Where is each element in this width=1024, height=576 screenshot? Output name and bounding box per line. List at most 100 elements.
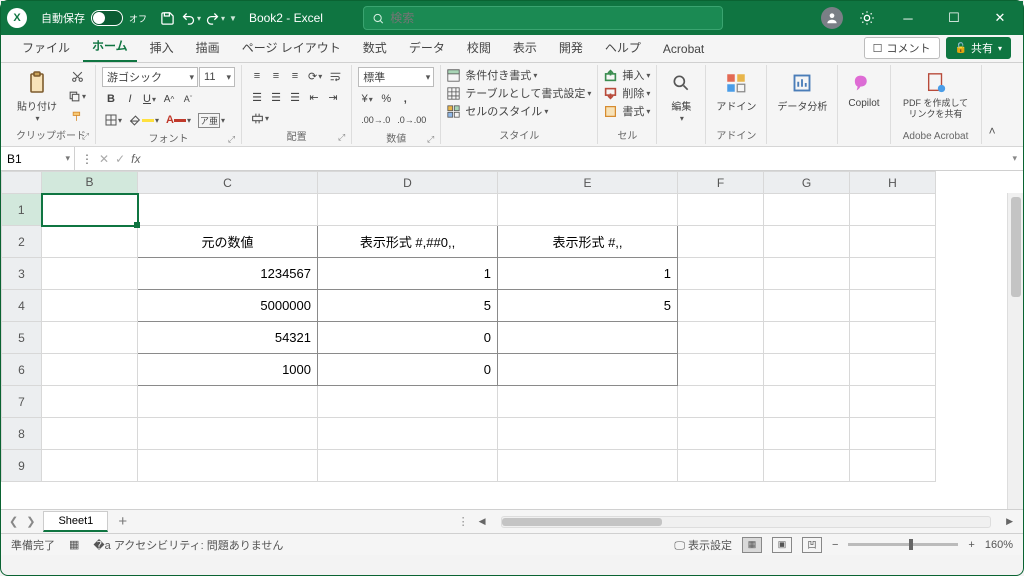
cell[interactable]: 0 — [318, 322, 498, 354]
prev-sheet-button[interactable]: ❮ — [9, 515, 18, 528]
cell[interactable] — [678, 290, 764, 322]
zoom-out-button[interactable]: − — [832, 539, 838, 551]
row-header[interactable]: 5 — [2, 322, 42, 354]
share-button[interactable]: 🔓共有 ▾ — [946, 37, 1011, 59]
macro-icon[interactable]: ▦ — [69, 538, 79, 551]
col-header[interactable]: H — [850, 172, 936, 194]
tab-開発[interactable]: 開発 — [550, 34, 592, 62]
cell[interactable] — [498, 194, 678, 226]
collapse-ribbon-button[interactable]: ˄ — [982, 118, 1002, 144]
delete-cells-button[interactable]: 削除▾ — [604, 85, 650, 101]
cell[interactable] — [42, 194, 138, 226]
row-header[interactable]: 3 — [2, 258, 42, 290]
cell[interactable]: 54321 — [138, 322, 318, 354]
cell[interactable] — [678, 354, 764, 386]
underline-button[interactable]: U▾ — [140, 90, 159, 108]
row-header[interactable]: 1 — [2, 194, 42, 226]
cell[interactable]: 表示形式 #,, — [498, 226, 678, 258]
search-input[interactable] — [390, 11, 714, 25]
cell[interactable]: 元の数値 — [138, 226, 318, 258]
row-header[interactable]: 7 — [2, 386, 42, 418]
col-header[interactable]: D — [318, 172, 498, 194]
cell[interactable] — [850, 258, 936, 290]
align-middle-button[interactable]: ≡ — [267, 67, 285, 85]
tab-数式[interactable]: 数式 — [354, 34, 396, 62]
dialog-launcher-icon[interactable]: ⤢ — [228, 134, 235, 145]
cell-styles-button[interactable]: セルのスタイル▾ — [447, 103, 548, 119]
row-header[interactable]: 8 — [2, 418, 42, 450]
cell[interactable] — [850, 386, 936, 418]
cut-button[interactable] — [65, 67, 89, 85]
name-box[interactable]: B1 — [1, 147, 75, 170]
cell[interactable] — [764, 258, 850, 290]
cell[interactable] — [498, 450, 678, 482]
horizontal-scrollbar[interactable]: ◀▶ — [479, 516, 1013, 528]
align-top-button[interactable]: ≡ — [248, 67, 266, 85]
fill-color-button[interactable]: ▾ — [126, 111, 162, 129]
zoom-level[interactable]: 160% — [985, 539, 1013, 551]
copilot-button[interactable]: Copilot — [844, 67, 883, 111]
cell[interactable] — [678, 258, 764, 290]
cell[interactable] — [678, 450, 764, 482]
align-left-button[interactable]: ☰ — [248, 88, 266, 106]
col-header[interactable]: E — [498, 172, 678, 194]
cell[interactable] — [318, 450, 498, 482]
dialog-launcher-icon[interactable]: ⤢ — [82, 131, 89, 142]
merge-button[interactable]: ▾ — [248, 109, 272, 127]
help-icon[interactable] — [855, 6, 879, 30]
paste-button[interactable]: 貼り付け▾ — [13, 67, 61, 125]
data-analysis-button[interactable]: データ分析 — [773, 67, 831, 115]
cell[interactable]: 1000 — [138, 354, 318, 386]
cell[interactable] — [850, 418, 936, 450]
cell[interactable] — [850, 226, 936, 258]
cell[interactable]: 表示形式 #,##0,, — [318, 226, 498, 258]
comments-button[interactable]: ☐ コメント — [864, 37, 940, 59]
phonetic-button[interactable]: ア亜▾ — [195, 111, 228, 129]
tab-校閲[interactable]: 校閲 — [458, 34, 500, 62]
percent-button[interactable]: % — [377, 90, 395, 108]
align-center-button[interactable]: ☰ — [267, 88, 285, 106]
decrease-font-button[interactable]: Aˇ — [179, 90, 197, 108]
undo-button[interactable]: ▾ — [179, 6, 203, 30]
tab-挿入[interactable]: 挿入 — [141, 34, 183, 62]
cell[interactable] — [850, 322, 936, 354]
cell[interactable] — [498, 386, 678, 418]
col-header[interactable]: F — [678, 172, 764, 194]
cell[interactable] — [764, 322, 850, 354]
redo-button[interactable]: ▾ — [203, 6, 227, 30]
cell[interactable] — [42, 386, 138, 418]
wrap-text-button[interactable] — [326, 67, 345, 85]
bold-button[interactable]: B — [102, 90, 120, 108]
cell[interactable] — [138, 194, 318, 226]
cell[interactable] — [764, 226, 850, 258]
insert-cells-button[interactable]: 挿入▾ — [604, 67, 650, 83]
autosave-toggle[interactable]: 自動保存 オフ — [41, 10, 147, 26]
fx-icon[interactable]: fx — [131, 152, 140, 166]
comma-button[interactable]: , — [396, 90, 414, 108]
col-header[interactable]: G — [764, 172, 850, 194]
cell[interactable] — [42, 258, 138, 290]
cell[interactable] — [850, 354, 936, 386]
vertical-scrollbar[interactable] — [1007, 193, 1023, 509]
next-sheet-button[interactable]: ❯ — [26, 515, 35, 528]
tab-Acrobat[interactable]: Acrobat — [654, 37, 713, 62]
font-color-button[interactable]: A▾ — [163, 111, 194, 129]
zoom-in-button[interactable]: + — [968, 539, 974, 551]
cell[interactable] — [318, 418, 498, 450]
row-header[interactable]: 2 — [2, 226, 42, 258]
cell[interactable] — [764, 418, 850, 450]
cell[interactable]: 5 — [498, 290, 678, 322]
cell[interactable]: 1 — [318, 258, 498, 290]
page-layout-view-button[interactable]: ▣ — [772, 537, 792, 553]
col-header[interactable]: B — [42, 172, 138, 194]
tab-表示[interactable]: 表示 — [504, 34, 546, 62]
cell[interactable] — [678, 322, 764, 354]
row-header[interactable]: 6 — [2, 354, 42, 386]
tab-データ[interactable]: データ — [400, 34, 454, 62]
font-size-select[interactable]: 11 — [199, 67, 235, 87]
borders-button[interactable]: ▾ — [102, 111, 125, 129]
format-painter-button[interactable] — [65, 107, 89, 125]
align-right-button[interactable]: ☰ — [286, 88, 304, 106]
cell[interactable] — [678, 194, 764, 226]
normal-view-button[interactable]: ▦ — [742, 537, 762, 553]
